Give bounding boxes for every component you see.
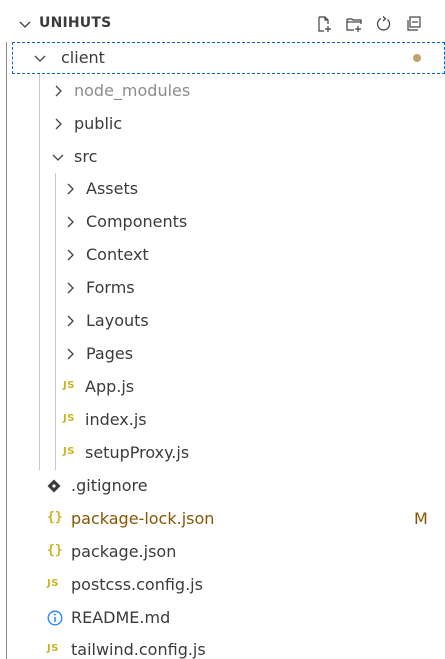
chevron-right-icon[interactable] <box>62 181 78 197</box>
tree-item-label: node_modules <box>74 81 191 100</box>
tree-item-tailwind-config[interactable]: JS tailwind.config.js <box>0 634 445 659</box>
tree-item-label: package-lock.json <box>71 509 215 528</box>
tree-item-label: Components <box>86 212 188 231</box>
tree-item-label: README.md <box>71 608 171 627</box>
json-file-icon: {} <box>47 543 63 558</box>
tree-item-label: Assets <box>86 179 139 198</box>
new-folder-icon[interactable] <box>343 14 365 34</box>
chevron-right-icon[interactable] <box>62 214 78 230</box>
chevron-down-icon[interactable] <box>32 50 48 66</box>
tree-item-label: tailwind.config.js <box>71 640 206 659</box>
tree-item-app-js[interactable]: JS App.js <box>0 371 445 403</box>
tree-item-label: index.js <box>85 410 147 429</box>
tree-item-label: App.js <box>85 377 135 396</box>
chevron-right-icon[interactable] <box>62 346 78 362</box>
git-icon <box>47 479 61 493</box>
collapse-all-icon[interactable] <box>403 14 425 34</box>
tree-item-node-modules[interactable]: node_modules <box>0 75 445 107</box>
tree-item-src[interactable]: src <box>0 141 445 173</box>
chevron-right-icon[interactable] <box>50 83 66 99</box>
tree-item-label: public <box>74 114 123 133</box>
chevron-down-icon[interactable] <box>50 149 66 165</box>
modified-dot-icon <box>413 54 421 62</box>
tree-item-setup-proxy[interactable]: JS setupProxy.js <box>0 437 445 469</box>
tree-item-label: client <box>61 48 105 67</box>
tree-item-label: Forms <box>86 278 135 297</box>
file-explorer: UNIHUTS client node_modules public src A… <box>0 0 445 659</box>
chevron-down-icon[interactable] <box>17 16 33 32</box>
tree-item-label: src <box>74 147 98 166</box>
tree-item-package-lock[interactable]: {} package-lock.json M <box>0 503 445 535</box>
explorer-title: UNIHUTS <box>39 15 112 31</box>
tree-item-client[interactable]: client <box>12 42 445 74</box>
tree-item-label: Context <box>86 245 149 264</box>
js-file-icon: JS <box>63 413 75 424</box>
tree-item-label: .gitignore <box>71 476 148 495</box>
tree-item-label: setupProxy.js <box>85 443 190 462</box>
new-file-icon[interactable] <box>313 14 335 34</box>
js-file-icon: JS <box>63 380 75 391</box>
tree-item-public[interactable]: public <box>0 108 445 140</box>
tree-item-layouts[interactable]: Layouts <box>0 305 445 337</box>
tree-item-package-json[interactable]: {} package.json <box>0 536 445 568</box>
tree-item-readme[interactable]: README.md <box>0 602 445 634</box>
info-icon <box>47 610 63 626</box>
tree-item-label: Pages <box>86 344 134 363</box>
tree-item-index-js[interactable]: JS index.js <box>0 404 445 436</box>
tree-item-assets[interactable]: Assets <box>0 173 445 205</box>
tree-item-components[interactable]: Components <box>0 206 445 238</box>
tree-item-postcss-config[interactable]: JS postcss.config.js <box>0 569 445 601</box>
js-file-icon: JS <box>47 643 59 654</box>
js-file-icon: JS <box>47 578 59 589</box>
tree-item-gitignore[interactable]: .gitignore <box>0 470 445 502</box>
explorer-header[interactable]: UNIHUTS <box>0 8 445 40</box>
chevron-right-icon[interactable] <box>50 116 66 132</box>
refresh-icon[interactable] <box>373 14 395 34</box>
chevron-right-icon[interactable] <box>62 313 78 329</box>
tree-item-label: postcss.config.js <box>71 575 203 594</box>
tree-item-context[interactable]: Context <box>0 239 445 271</box>
tree-item-label: package.json <box>71 542 177 561</box>
tree-item-forms[interactable]: Forms <box>0 272 445 304</box>
git-status-badge: M <box>414 509 428 528</box>
js-file-icon: JS <box>63 446 75 457</box>
chevron-right-icon[interactable] <box>62 280 78 296</box>
chevron-right-icon[interactable] <box>62 247 78 263</box>
tree-item-pages[interactable]: Pages <box>0 338 445 370</box>
json-file-icon: {} <box>47 510 63 525</box>
tree-item-label: Layouts <box>86 311 149 330</box>
explorer-actions <box>313 14 425 34</box>
